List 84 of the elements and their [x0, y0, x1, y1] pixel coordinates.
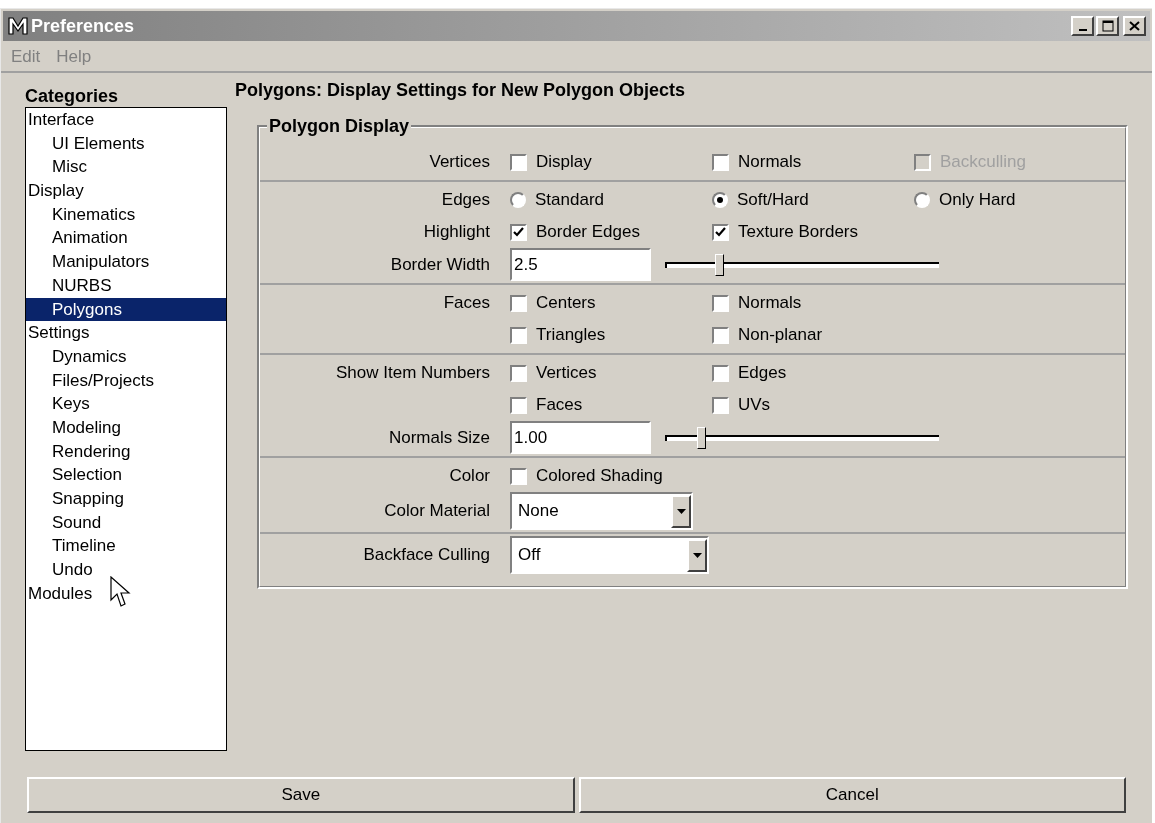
- field-label: Color: [449, 466, 490, 486]
- field-label: Highlight: [423, 222, 490, 242]
- slider-thumb[interactable]: [715, 253, 725, 276]
- radio-label: Only Hard: [939, 189, 1016, 212]
- category-item[interactable]: Interface: [26, 108, 226, 132]
- field-label: Faces: [443, 293, 490, 313]
- checkbox-label: Colored Shading: [536, 465, 663, 488]
- number-field[interactable]: 2.5: [510, 248, 651, 281]
- slider-thumb[interactable]: [696, 426, 706, 449]
- radio-button[interactable]: [914, 192, 930, 208]
- category-item[interactable]: Undo: [26, 558, 226, 582]
- category-item[interactable]: Sound: [26, 510, 226, 535]
- checkbox[interactable]: [712, 223, 729, 241]
- close-icon: [1129, 21, 1140, 31]
- checkbox-label: Centers: [536, 292, 596, 315]
- checkbox[interactable]: [712, 294, 729, 312]
- minimize-icon: [1078, 29, 1087, 31]
- slider[interactable]: [665, 253, 939, 276]
- category-item[interactable]: Keys: [26, 392, 226, 416]
- category-item[interactable]: Polygons: [26, 297, 226, 322]
- minimize-button[interactable]: [1071, 16, 1094, 36]
- checkbox[interactable]: [712, 364, 729, 382]
- checkbox[interactable]: [510, 153, 527, 171]
- maximize-icon: [1101, 20, 1114, 32]
- radio-button[interactable]: [510, 192, 526, 208]
- checkbox-label: Normals: [738, 151, 802, 174]
- checkbox[interactable]: [510, 326, 527, 344]
- category-item[interactable]: Settings: [26, 321, 226, 345]
- category-item[interactable]: Display: [26, 179, 226, 203]
- category-item[interactable]: UI Elements: [26, 131, 226, 156]
- radio-label: Soft/Hard: [737, 189, 809, 212]
- field-label: Border Width: [390, 254, 490, 274]
- field-label: Backface Culling: [363, 545, 490, 565]
- checkbox-label: UVs: [738, 394, 771, 417]
- category-item[interactable]: Files/Projects: [26, 368, 226, 393]
- checkbox[interactable]: [510, 294, 527, 312]
- category-item[interactable]: Animation: [26, 226, 226, 251]
- checkbox[interactable]: [510, 223, 527, 241]
- slider[interactable]: [665, 426, 939, 449]
- checkbox-label: Faces: [536, 394, 583, 417]
- checkbox[interactable]: [712, 153, 729, 171]
- checkbox[interactable]: [712, 396, 729, 414]
- dropdown[interactable]: Off: [510, 536, 709, 574]
- checkbox[interactable]: [510, 396, 527, 414]
- cancel-button[interactable]: Cancel: [578, 777, 1126, 813]
- page-heading: Polygons: Display Settings for New Polygon Objects: [235, 79, 687, 101]
- sidebar-title: Categories: [25, 85, 120, 107]
- category-item[interactable]: Manipulators: [26, 250, 226, 274]
- category-item[interactable]: Snapping: [26, 487, 226, 511]
- save-button[interactable]: Save: [27, 777, 575, 813]
- checkbox-label: Border Edges: [536, 221, 640, 244]
- category-item[interactable]: Misc: [26, 155, 226, 180]
- field-label: Vertices: [429, 152, 490, 172]
- category-item[interactable]: Modeling: [26, 415, 226, 440]
- checkbox[interactable]: [510, 467, 527, 485]
- category-item[interactable]: Dynamics: [26, 344, 226, 369]
- field-label: Normals Size: [388, 427, 490, 447]
- checkbox[interactable]: [510, 364, 527, 382]
- app-logo-icon: [7, 16, 29, 36]
- field-label: Color Material: [384, 501, 490, 521]
- maximize-button[interactable]: [1096, 16, 1119, 36]
- checkbox-label: Edges: [738, 362, 787, 385]
- checkbox-label: Vertices: [536, 362, 597, 385]
- dropdown[interactable]: None: [510, 492, 693, 530]
- checkbox-label: Triangles: [536, 324, 606, 347]
- checkbox-label: Non-planar: [738, 324, 823, 347]
- category-item[interactable]: Modules: [26, 581, 226, 606]
- window-title: Preferences: [31, 14, 135, 38]
- radio-label: Standard: [535, 189, 604, 212]
- category-item[interactable]: Timeline: [26, 534, 226, 559]
- close-button[interactable]: [1123, 16, 1146, 36]
- checkbox[interactable]: [712, 326, 729, 344]
- mouse-pointer-icon: [110, 576, 132, 608]
- category-item[interactable]: NURBS: [26, 273, 226, 298]
- category-item[interactable]: Kinematics: [26, 202, 226, 227]
- radio-button[interactable]: [712, 192, 728, 208]
- checkbox-label: Normals: [738, 292, 802, 315]
- checkbox-label: Display: [536, 151, 592, 174]
- category-item[interactable]: Rendering: [26, 439, 226, 464]
- field-label: Show Item Numbers: [336, 363, 490, 383]
- category-item[interactable]: Selection: [26, 463, 226, 487]
- number-field[interactable]: 1.00: [510, 421, 651, 454]
- checkbox-label: Texture Borders: [738, 221, 858, 244]
- field-label: Edges: [441, 190, 490, 210]
